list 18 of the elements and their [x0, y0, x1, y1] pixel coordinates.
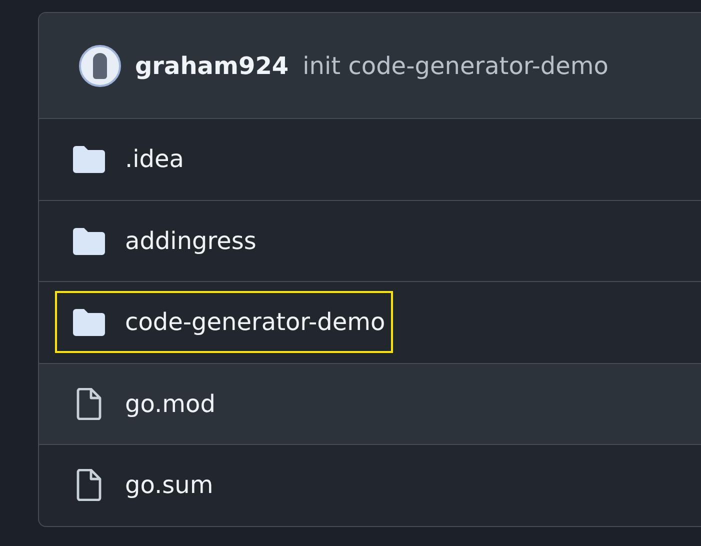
folder-icon [73, 226, 105, 255]
file-name-link[interactable]: .idea [125, 145, 184, 174]
file-row[interactable]: code-generator-demo [39, 282, 701, 364]
file-name-link[interactable]: go.mod [125, 390, 216, 418]
file-row[interactable]: go.mod [39, 364, 701, 445]
file-row[interactable]: go.sum [39, 445, 701, 526]
avatar[interactable] [79, 44, 121, 86]
file-name-link[interactable]: addingress [125, 226, 256, 255]
commit-message[interactable]: init code-generator-demo [302, 52, 608, 80]
author-link[interactable]: graham924 [135, 52, 289, 80]
file-row[interactable]: .idea [39, 119, 701, 200]
folder-icon [73, 145, 105, 174]
file-row[interactable]: addingress [39, 200, 701, 282]
file-name-link[interactable]: go.sum [125, 471, 214, 500]
file-icon [76, 388, 102, 420]
file-name-link[interactable]: code-generator-demo [125, 308, 386, 336]
folder-icon [73, 308, 105, 336]
file-icon [76, 469, 102, 502]
